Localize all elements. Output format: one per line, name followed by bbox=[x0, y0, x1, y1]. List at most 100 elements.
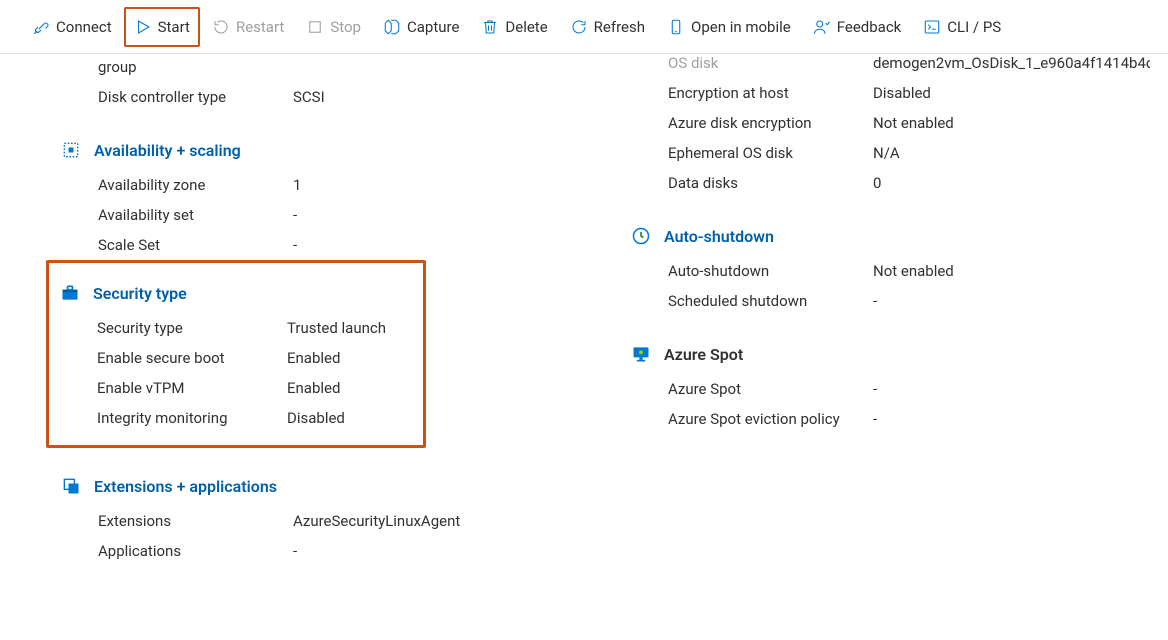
connect-label: Connect bbox=[56, 18, 112, 36]
kv-row: Azure Spot eviction policy- bbox=[668, 404, 1150, 434]
stop-label: Stop bbox=[330, 18, 361, 36]
autoshutdown-list: Auto-shutdownNot enabled Scheduled shutd… bbox=[650, 256, 1150, 316]
cli-ps-button[interactable]: CLI / PS bbox=[913, 9, 1011, 45]
kv-label: Ephemeral OS disk bbox=[668, 144, 873, 162]
kv-row: ExtensionsAzureSecurityLinuxAgent bbox=[98, 506, 650, 536]
restart-label: Restart bbox=[236, 18, 284, 36]
kv-label: Data disks bbox=[668, 174, 873, 192]
refresh-button[interactable]: Refresh bbox=[560, 9, 655, 45]
kv-value: - bbox=[293, 542, 650, 560]
section-autoshutdown[interactable]: Auto-shutdown bbox=[628, 226, 1150, 246]
kv-label: Scale Set bbox=[98, 236, 293, 254]
start-label: Start bbox=[158, 18, 190, 36]
kv-row: Ephemeral OS diskN/A bbox=[668, 138, 1150, 168]
kv-row: Security typeTrusted launch bbox=[97, 313, 415, 343]
restart-button: Restart bbox=[202, 9, 294, 45]
kv-value: AzureSecurityLinuxAgent bbox=[293, 512, 650, 530]
cut-section-left: group Disk controller type SCSI bbox=[58, 52, 650, 112]
right-column: OS disk demogen2vm_OsDisk_1_e960a4f1414b… bbox=[650, 54, 1150, 566]
kv-value: 0 bbox=[873, 174, 1150, 192]
kv-row: Scheduled shutdown- bbox=[668, 286, 1150, 316]
capture-icon bbox=[383, 18, 401, 36]
kv-value: Not enabled bbox=[873, 114, 1150, 132]
kv-row: Enable secure bootEnabled bbox=[97, 343, 415, 373]
section-azurespot[interactable]: Azure Spot bbox=[628, 344, 1150, 364]
kv-row: Azure disk encryptionNot enabled bbox=[668, 108, 1150, 138]
section-title: Extensions + applications bbox=[94, 477, 277, 496]
kv-value: 1 bbox=[293, 176, 650, 194]
capture-label: Capture bbox=[407, 18, 459, 36]
kv-row: Integrity monitoringDisabled bbox=[97, 403, 415, 433]
delete-button[interactable]: Delete bbox=[471, 9, 557, 45]
azurespot-list: Azure Spot- Azure Spot eviction policy- bbox=[650, 374, 1150, 434]
kv-value: - bbox=[873, 380, 1150, 398]
kv-value: - bbox=[873, 292, 1150, 310]
kv-value: - bbox=[293, 206, 650, 224]
briefcase-icon bbox=[57, 283, 83, 303]
section-security[interactable]: Security type bbox=[57, 283, 415, 303]
kv-row: Encryption at hostDisabled bbox=[668, 78, 1150, 108]
availability-list: Availability zone1 Availability set- Sca… bbox=[58, 170, 650, 260]
refresh-label: Refresh bbox=[594, 18, 645, 36]
kv-label: Availability set bbox=[98, 206, 293, 224]
kv-label: Enable secure boot bbox=[97, 349, 287, 367]
section-title: Availability + scaling bbox=[94, 141, 241, 160]
trash-icon bbox=[481, 18, 499, 36]
kv-value: Trusted launch bbox=[287, 319, 415, 337]
delete-label: Delete bbox=[505, 18, 547, 36]
connect-button[interactable]: Connect bbox=[22, 9, 122, 45]
kv-row: group bbox=[98, 52, 650, 82]
kv-label: Azure Spot bbox=[668, 380, 873, 398]
kv-value: Not enabled bbox=[873, 262, 1150, 280]
kv-label: Security type bbox=[97, 319, 287, 337]
monitor-icon bbox=[628, 344, 654, 364]
kv-label: Availability zone bbox=[98, 176, 293, 194]
mobile-icon bbox=[667, 18, 685, 36]
availability-icon bbox=[58, 140, 84, 160]
section-availability[interactable]: Availability + scaling bbox=[58, 140, 650, 160]
kv-row: Applications- bbox=[98, 536, 650, 566]
kv-label: Enable vTPM bbox=[97, 379, 287, 397]
section-extensions[interactable]: Extensions + applications bbox=[58, 476, 650, 496]
kv-row: OS disk demogen2vm_OsDisk_1_e960a4f1414b… bbox=[668, 48, 1150, 78]
kv-row: Azure Spot- bbox=[668, 374, 1150, 404]
kv-value: Disabled bbox=[287, 409, 415, 427]
plug-icon bbox=[32, 18, 50, 36]
start-button[interactable]: Start bbox=[124, 7, 200, 47]
kv-value: - bbox=[873, 410, 1150, 428]
left-column: group Disk controller type SCSI Availabi… bbox=[0, 54, 650, 566]
open-in-mobile-button[interactable]: Open in mobile bbox=[657, 9, 801, 45]
feedback-button[interactable]: Feedback bbox=[803, 9, 912, 45]
kv-label: Azure Spot eviction policy bbox=[668, 410, 873, 428]
property-body: group Disk controller type SCSI Availabi… bbox=[0, 54, 1168, 566]
stop-button: Stop bbox=[296, 9, 371, 45]
command-bar: Connect Start Restart Stop Capture Delet… bbox=[0, 0, 1168, 54]
stop-icon bbox=[306, 18, 324, 36]
section-title: Azure Spot bbox=[664, 345, 743, 364]
kv-value: Enabled bbox=[287, 379, 415, 397]
capture-button[interactable]: Capture bbox=[373, 9, 469, 45]
kv-value: Disabled bbox=[873, 84, 1150, 102]
extensions-icon bbox=[58, 476, 84, 496]
kv-label: OS disk bbox=[668, 54, 873, 72]
kv-row: Availability zone1 bbox=[98, 170, 650, 200]
kv-label: Auto-shutdown bbox=[668, 262, 873, 280]
kv-value: demogen2vm_OsDisk_1_e960a4f1414b4c968103… bbox=[873, 54, 1150, 72]
security-highlight-box: Security type Security typeTrusted launc… bbox=[46, 260, 426, 448]
play-icon bbox=[134, 18, 152, 36]
feedback-icon bbox=[813, 18, 831, 36]
kv-row: Scale Set- bbox=[98, 230, 650, 260]
kv-value: SCSI bbox=[293, 88, 650, 106]
kv-value: - bbox=[293, 236, 650, 254]
kv-value: Enabled bbox=[287, 349, 415, 367]
kv-label: Disk controller type bbox=[98, 88, 293, 106]
section-title: Security type bbox=[93, 284, 187, 303]
security-list: Security typeTrusted launch Enable secur… bbox=[57, 313, 415, 433]
cli-ps-label: CLI / PS bbox=[947, 18, 1001, 36]
kv-row: Disk controller type SCSI bbox=[98, 82, 650, 112]
open-in-mobile-label: Open in mobile bbox=[691, 18, 791, 36]
feedback-label: Feedback bbox=[837, 18, 902, 36]
kv-row: Data disks0 bbox=[668, 168, 1150, 198]
kv-row: Availability set- bbox=[98, 200, 650, 230]
kv-label: Azure disk encryption bbox=[668, 114, 873, 132]
